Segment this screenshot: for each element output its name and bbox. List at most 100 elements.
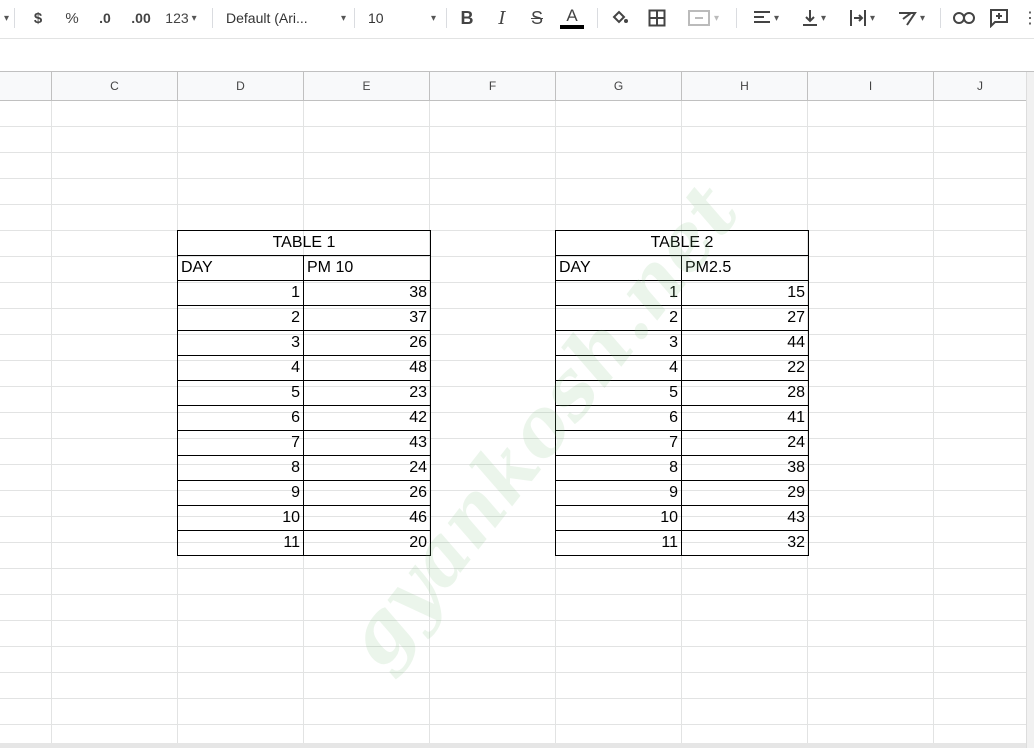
table-row: 9 29 [555, 480, 809, 506]
currency-format-button[interactable]: $ [26, 3, 50, 33]
text-rotation-icon [898, 12, 917, 26]
value-cell[interactable]: 44 [681, 330, 809, 356]
value-cell[interactable]: 23 [303, 380, 431, 406]
day-cell[interactable]: 5 [177, 380, 304, 406]
day-cell[interactable]: 2 [555, 305, 682, 331]
day-cell[interactable]: 4 [177, 355, 304, 381]
day-cell[interactable]: 11 [177, 530, 304, 556]
table-title-cell[interactable]: TABLE 2 [555, 230, 809, 256]
borders-button[interactable] [644, 3, 670, 33]
column-header-j[interactable]: J [934, 72, 1026, 100]
insert-comment-button[interactable] [985, 3, 1013, 33]
value-cell[interactable]: 22 [681, 355, 809, 381]
text-rotation-button[interactable]: ▾ [890, 3, 932, 33]
vertical-align-button[interactable]: ▾ [794, 3, 834, 33]
value-cell[interactable]: 20 [303, 530, 431, 556]
more-formats-label: 123 [165, 10, 189, 26]
strikethrough-button[interactable]: S [525, 3, 549, 33]
toolbar-divider [597, 8, 598, 28]
fill-color-button[interactable] [607, 3, 633, 33]
day-cell[interactable]: 9 [177, 480, 304, 506]
value-cell[interactable]: 38 [303, 280, 431, 306]
toolbar-divider [940, 8, 941, 28]
value-cell[interactable]: 26 [303, 480, 431, 506]
column-header-d[interactable]: D [178, 72, 304, 100]
table-header-day[interactable]: DAY [177, 255, 304, 281]
chevron-down-icon: ▾ [773, 12, 780, 24]
cell-grid[interactable] [0, 101, 1026, 743]
value-cell[interactable]: 41 [681, 405, 809, 431]
column-header-h[interactable]: H [682, 72, 808, 100]
day-cell[interactable]: 8 [555, 455, 682, 481]
value-cell[interactable]: 46 [303, 505, 431, 531]
table-row: 6 42 [177, 405, 431, 431]
row-gridline [0, 178, 1026, 179]
value-cell[interactable]: 43 [681, 505, 809, 531]
day-cell[interactable]: 6 [555, 405, 682, 431]
day-cell[interactable]: 9 [555, 480, 682, 506]
day-cell[interactable]: 6 [177, 405, 304, 431]
value-cell[interactable]: 38 [681, 455, 809, 481]
merge-cells-button[interactable]: ▾ [680, 3, 726, 33]
day-cell[interactable]: 10 [555, 505, 682, 531]
table-row: 2 27 [555, 305, 809, 331]
percent-format-button[interactable]: % [60, 3, 84, 33]
day-cell[interactable]: 1 [555, 280, 682, 306]
row-gridline [0, 126, 1026, 127]
value-cell[interactable]: 48 [303, 355, 431, 381]
value-cell[interactable]: 32 [681, 530, 809, 556]
day-cell[interactable]: 5 [555, 380, 682, 406]
bold-button[interactable]: B [455, 3, 479, 33]
value-cell[interactable]: 24 [303, 455, 431, 481]
value-cell[interactable]: 26 [303, 330, 431, 356]
column-header-i[interactable]: I [808, 72, 934, 100]
column-header-g[interactable]: G [556, 72, 682, 100]
day-cell[interactable]: 3 [555, 330, 682, 356]
day-cell[interactable]: 10 [177, 505, 304, 531]
value-cell[interactable]: 15 [681, 280, 809, 306]
strikethrough-icon: S [530, 7, 543, 28]
italic-button[interactable]: I [490, 3, 514, 33]
font-size-select[interactable]: 10 ▾ [368, 3, 436, 33]
overflow-chevron-icon[interactable]: ▾ [0, 3, 10, 33]
row-gridline [0, 334, 1026, 335]
table-title-cell[interactable]: TABLE 1 [177, 230, 431, 256]
day-cell[interactable]: 3 [177, 330, 304, 356]
value-cell[interactable]: 29 [681, 480, 809, 506]
value-cell[interactable]: 27 [681, 305, 809, 331]
value-cell[interactable]: 43 [303, 430, 431, 456]
day-cell[interactable]: 7 [177, 430, 304, 456]
value-cell[interactable]: 42 [303, 405, 431, 431]
day-cell[interactable]: 7 [555, 430, 682, 456]
day-cell[interactable]: 11 [555, 530, 682, 556]
value-cell[interactable]: 37 [303, 305, 431, 331]
insert-link-button[interactable] [950, 3, 978, 33]
horizontal-scrollbar[interactable] [0, 743, 1026, 748]
day-cell[interactable]: 1 [177, 280, 304, 306]
day-cell[interactable]: 4 [555, 355, 682, 381]
toolbar-divider [212, 8, 213, 28]
increase-decimal-button[interactable]: .00 [126, 3, 156, 33]
column-header-f[interactable]: F [430, 72, 556, 100]
more-formats-button[interactable]: 123 ▾ [160, 3, 202, 33]
horizontal-align-button[interactable]: ▾ [746, 3, 786, 33]
text-wrapping-button[interactable]: ▾ [842, 3, 882, 33]
more-tools-button[interactable]: ⋮ [1022, 3, 1034, 33]
day-cell[interactable]: 8 [177, 455, 304, 481]
font-family-select[interactable]: Default (Ari... ▾ [226, 3, 346, 33]
table-header-value[interactable]: PM2.5 [681, 255, 809, 281]
value-cell[interactable]: 24 [681, 430, 809, 456]
row-gridline [0, 464, 1026, 465]
table-header-value[interactable]: PM 10 [303, 255, 431, 281]
column-header-c[interactable]: C [52, 72, 178, 100]
vertical-scrollbar[interactable] [1026, 72, 1034, 748]
column-header-partial[interactable] [0, 72, 52, 100]
chevron-down-icon: ▾ [340, 12, 346, 24]
day-cell[interactable]: 2 [177, 305, 304, 331]
column-header-e[interactable]: E [304, 72, 430, 100]
table-row: 11 32 [555, 530, 809, 556]
value-cell[interactable]: 28 [681, 380, 809, 406]
decrease-decimal-button[interactable]: .0 [92, 3, 118, 33]
text-color-button[interactable]: A [558, 3, 586, 33]
table-header-day[interactable]: DAY [555, 255, 682, 281]
